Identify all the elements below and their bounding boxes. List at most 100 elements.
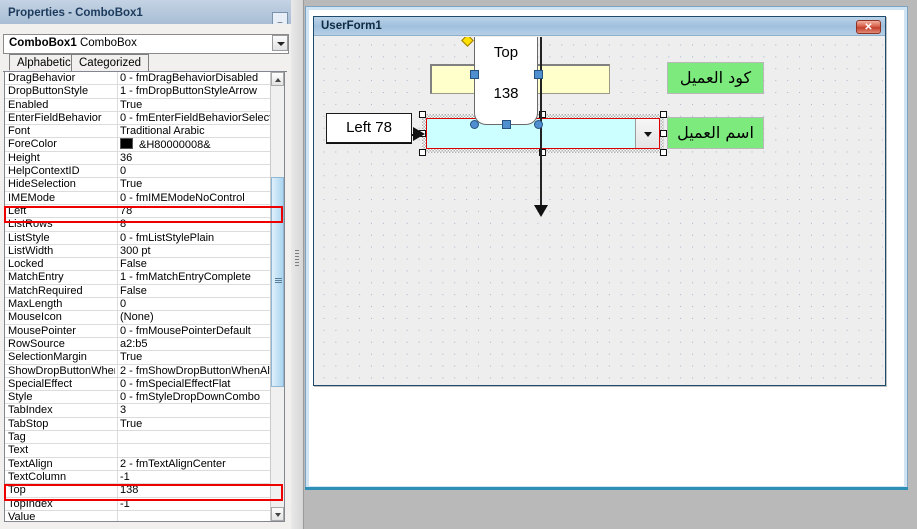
combobox-customer-name-selection[interactable] [419,111,667,156]
property-row[interactable]: Left 78 [5,204,271,219]
property-row[interactable]: ListStyle 0 - fmListStylePlain [5,231,271,245]
property-row[interactable]: SpecialEffect 0 - fmSpecialEffectFlat [5,377,271,392]
property-row[interactable]: TextColumn -1 [5,470,271,485]
object-selector-dropdown-button[interactable] [272,35,288,51]
property-row[interactable]: Font Traditional Arabic [5,125,271,139]
label-customer-name[interactable]: اسم العميل [667,117,764,149]
tab-categorized[interactable]: Categorized [71,54,150,71]
scroll-up-button[interactable] [271,72,284,86]
property-value[interactable]: 2 - fmTextAlignCenter [120,458,270,471]
property-value[interactable]: 1 - fmMatchEntryComplete [120,271,270,284]
property-row[interactable]: Style 0 - fmStyleDropDownCombo [5,391,271,405]
property-row[interactable]: TabStop True [5,417,271,432]
property-value[interactable]: 78 [120,205,270,218]
property-row[interactable]: DragBehavior 0 - fmDragBehaviorDisabled [5,72,271,86]
property-value[interactable]: Traditional Arabic [120,125,270,138]
property-value[interactable] [120,511,270,521]
property-row[interactable]: MatchEntry 1 - fmMatchEntryComplete [5,271,271,285]
callout-handle-e[interactable] [534,70,543,79]
combobox-dropdown-button[interactable] [635,119,659,148]
properties-grid[interactable]: DragBehavior 0 - fmDragBehaviorDisabled Dr… [4,71,285,522]
property-row[interactable]: Locked False [5,258,271,272]
property-row[interactable]: IMEMode 0 - fmIMEModeNoControl [5,191,271,205]
property-value[interactable]: True [120,418,270,431]
property-row[interactable]: RowSource a2:b5 [5,337,271,352]
scroll-down-button[interactable] [271,507,284,521]
properties-scrollbar[interactable] [270,72,284,521]
scrollbar-thumb[interactable] [271,177,284,387]
callout-handle-sw[interactable] [470,120,479,129]
combobox-customer-name[interactable] [426,118,660,149]
adjust-handle[interactable] [461,37,474,47]
callout-handle-w[interactable] [470,70,479,79]
property-value[interactable]: 0 - fmEnterFieldBehaviorSelectAll [120,112,270,125]
property-value[interactable]: 138 [120,484,270,497]
property-value[interactable]: &H80000008& [120,138,270,151]
property-row[interactable]: ShowDropButtonWhen 2 - fmShowDropButtonWh… [5,364,271,378]
property-row[interactable]: HelpContextID 0 [5,165,271,179]
property-row[interactable]: MouseIcon (None) [5,311,271,325]
property-value[interactable]: 36 [120,152,270,165]
property-row[interactable]: Text [5,444,271,458]
property-value[interactable]: a2:b5 [120,338,270,351]
property-value[interactable]: False [120,258,270,271]
property-row[interactable]: HideSelection True [5,178,271,192]
property-value[interactable]: -1 [120,471,270,484]
property-row[interactable]: Enabled True [5,98,271,112]
pane-splitter[interactable] [291,0,304,529]
property-value[interactable]: 0 - fmStyleDropDownCombo [120,391,270,404]
property-value[interactable]: 0 - fmDragBehaviorDisabled [120,72,270,85]
property-row[interactable]: MatchRequired False [5,284,271,299]
property-row[interactable]: TextAlign 2 - fmTextAlignCenter [5,457,271,471]
callout-handle-se[interactable] [534,120,543,129]
property-value[interactable]: 0 - fmSpecialEffectFlat [120,378,270,391]
resize-handle-nw[interactable] [419,111,426,118]
property-value[interactable]: 0 [120,298,270,311]
property-value[interactable]: 1 - fmDropButtonStyleArrow [120,85,270,98]
property-value[interactable]: 300 pt [120,245,270,258]
property-row[interactable]: Height 36 [5,151,271,166]
userform-canvas[interactable]: كود العميل اسم العميل Top 138 Left 78 [316,37,883,384]
property-value[interactable] [120,444,270,457]
property-row[interactable]: Top 138 [5,484,271,498]
property-value[interactable]: True [120,351,270,364]
resize-handle-ne[interactable] [660,111,667,118]
property-row[interactable]: DropButtonStyle 1 - fmDropButtonStyleArro… [5,85,271,99]
property-value[interactable]: 0 - fmListStylePlain [120,232,270,245]
properties-minimize-button[interactable]: _ [272,12,288,24]
property-row[interactable]: Tag [5,431,271,445]
property-row[interactable]: EnterFieldBehavior 0 - fmEnterFieldBehavi… [5,111,271,126]
userform-close-button[interactable]: ✕ [856,20,881,34]
property-row[interactable]: MousePointer 0 - fmMousePointerDefault [5,324,271,338]
property-value[interactable]: 0 [120,165,270,178]
property-value[interactable]: (None) [120,311,270,324]
property-value[interactable]: 2 - fmShowDropButtonWhenAlways [120,365,270,378]
resize-handle-sw[interactable] [419,149,426,156]
callout-handle-s[interactable] [502,120,511,129]
property-value[interactable] [120,431,270,444]
property-row[interactable]: TabIndex 3 [5,404,271,418]
property-row[interactable]: ListWidth 300 pt [5,244,271,259]
properties-titlebar[interactable]: Properties - ComboBox1 _ [0,0,291,24]
property-row[interactable]: TopIndex -1 [5,497,271,511]
property-value[interactable]: -1 [120,498,270,511]
property-row[interactable]: Value [5,510,271,521]
callout-left[interactable]: Left 78 [326,113,412,143]
property-value[interactable]: 8 [120,218,270,231]
userform-window[interactable]: UserForm1 ✕ كود العميل اسم العميل Top 13… [313,16,886,386]
tab-alphabetic[interactable]: Alphabetic [9,54,79,71]
property-row[interactable]: ListRows 8 [5,218,271,232]
property-row[interactable]: MaxLength 0 [5,298,271,312]
object-selector-combobox[interactable]: ComboBox1 ComboBox [3,34,289,54]
property-value[interactable]: True [120,178,270,191]
label-customer-code[interactable]: كود العميل [667,62,764,94]
property-value[interactable]: True [120,99,270,112]
property-value[interactable]: False [120,285,270,298]
property-value[interactable]: 0 - fmIMEModeNoControl [120,192,270,205]
resize-handle-e[interactable] [660,130,667,137]
property-value[interactable]: 3 [120,404,270,417]
property-row[interactable]: SelectionMargin True [5,351,271,365]
callout-top[interactable]: Top 138 [474,37,538,125]
resize-handle-se[interactable] [660,149,667,156]
userform-titlebar[interactable]: UserForm1 ✕ [314,17,885,36]
